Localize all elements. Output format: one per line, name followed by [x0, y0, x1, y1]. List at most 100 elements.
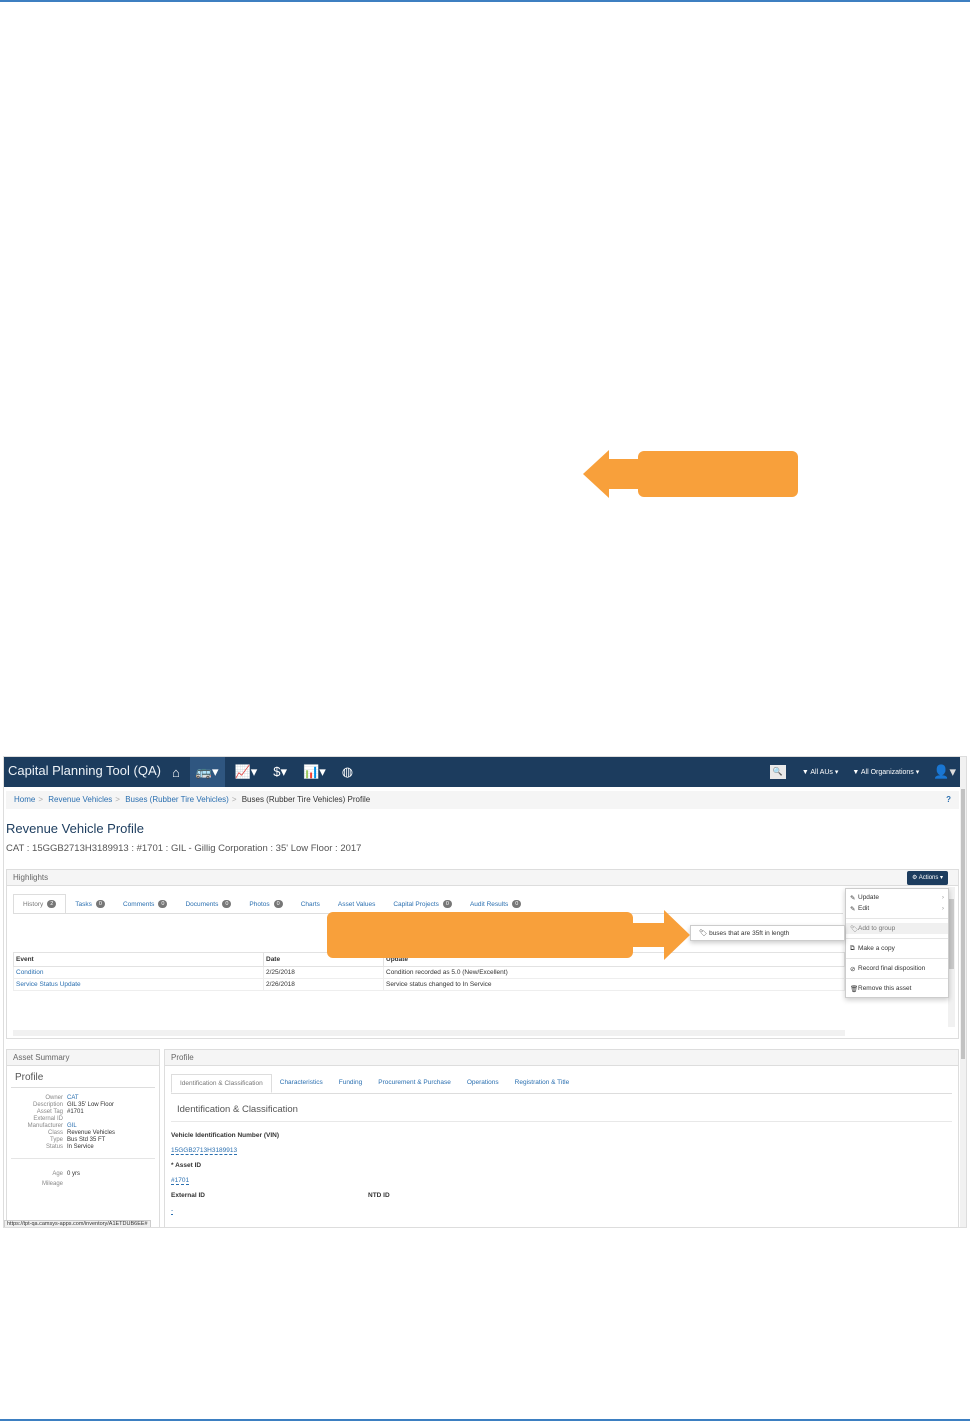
tab-charts[interactable]: Charts: [292, 894, 329, 914]
vin-value[interactable]: 15GGB2713H3189913: [171, 1147, 238, 1155]
scrollbar-thumb[interactable]: [949, 899, 954, 969]
highlights-heading: Highlights: [7, 870, 958, 886]
cell-event[interactable]: Service Status Update: [13, 978, 264, 991]
tab-tasks[interactable]: Tasks 0: [66, 894, 114, 914]
ntd-id-field: NTD ID: [368, 1192, 390, 1199]
ntd-id-label: NTD ID: [368, 1192, 390, 1199]
scrollbar-thumb[interactable]: [961, 789, 965, 1059]
summary-field-mileage: Mileage: [7, 1181, 159, 1187]
field-key: Age: [52, 1171, 63, 1177]
tab-label: Documents: [185, 900, 219, 908]
tab-registration[interactable]: Registration & Title: [507, 1074, 578, 1093]
bus-icon[interactable]: 🚌▾: [189, 757, 225, 787]
page-top-rule: [0, 0, 970, 2]
breadcrumb-home[interactable]: Home: [14, 795, 35, 804]
tab-funding[interactable]: Funding: [331, 1074, 371, 1093]
globe-icon[interactable]: ◍: [336, 757, 359, 787]
field-value: Bus Std 35 FT: [67, 1137, 106, 1143]
menu-item-label: Make a copy: [858, 945, 895, 952]
table-row[interactable]: Service Status Update 2/26/2018 Service …: [13, 978, 845, 991]
actions-button[interactable]: ⚙ Actions ▾: [907, 871, 949, 885]
tab-history[interactable]: History 2: [13, 894, 67, 914]
menu-item-make-copy[interactable]: ⧉ Make a copy: [846, 943, 948, 954]
arrow-shaft: [607, 459, 639, 489]
summary-field: Manufacturer GIL: [7, 1123, 159, 1129]
home-icon[interactable]: ⌂: [166, 757, 186, 787]
breadcrumb-separator: >: [115, 795, 120, 804]
filter-agencies-dropdown[interactable]: ▼ All AUs ▾: [802, 768, 839, 776]
tab-photos[interactable]: Photos 0: [240, 894, 291, 914]
cell-date: 2/25/2018: [263, 966, 384, 979]
field-value: 0 yrs: [67, 1171, 81, 1177]
tab-comments[interactable]: Comments 0: [114, 894, 177, 914]
menu-item-label: Remove this asset: [858, 985, 912, 992]
asset-summary-heading: Asset Summary: [7, 1050, 159, 1066]
tag-icon: 🏷: [699, 930, 708, 937]
menu-divider: [846, 958, 948, 959]
menu-item-update[interactable]: ✎ Update ›: [846, 892, 948, 903]
external-id-value[interactable]: -: [171, 1207, 174, 1215]
chevron-right-icon: ›: [941, 894, 944, 901]
summary-field-age: Age 0 yrs: [7, 1171, 159, 1177]
panel-scrollbar[interactable]: [948, 887, 955, 1027]
field-value: Revenue Vehicles: [67, 1130, 116, 1136]
bar-chart-icon[interactable]: 📊▾: [297, 757, 332, 787]
user-icon[interactable]: 👤▾: [933, 764, 956, 780]
filter-organizations-dropdown[interactable]: ▼ All Organizations ▾: [852, 768, 919, 776]
summary-field: Type Bus Std 35 FT: [7, 1137, 159, 1143]
cell-update: Service status changed to In Service: [383, 978, 845, 991]
horizontal-scrollbar[interactable]: [13, 1030, 845, 1036]
external-id-label: External ID: [171, 1192, 205, 1199]
profile-heading: Profile: [165, 1050, 958, 1066]
ban-icon: ⊘: [850, 966, 856, 973]
breadcrumb-buses[interactable]: Buses (Rubber Tire Vehicles): [125, 795, 229, 804]
copy-icon: ⧉: [850, 945, 855, 952]
field-key: Class: [47, 1130, 63, 1136]
summary-field: External ID: [7, 1116, 159, 1122]
tab-badge: 0: [95, 900, 105, 908]
tab-operations[interactable]: Operations: [459, 1074, 507, 1093]
actions-menu: ✎ Update › ✎ Edit › 🏷 Add to group ⧉ Make a co…: [845, 888, 949, 998]
field-value[interactable]: CAT: [67, 1095, 79, 1101]
cell-event[interactable]: Condition: [13, 966, 264, 979]
menu-item-label: Add to group: [858, 925, 896, 932]
search-icon[interactable]: 🔍: [769, 765, 786, 779]
menu-item-remove[interactable]: 🗑 Remove this asset: [846, 983, 948, 994]
menu-item-add-to-group[interactable]: 🏷 Add to group: [846, 923, 948, 934]
dollar-icon[interactable]: $▾: [267, 757, 293, 787]
tab-label: History: [23, 900, 44, 908]
tab-badge: 0: [512, 900, 522, 908]
asset-summary-panel: Asset Summary Profile Owner CAT Descripti…: [6, 1049, 160, 1227]
summary-divider: [11, 1158, 155, 1159]
menu-item-edit[interactable]: ✎ Edit ›: [846, 903, 948, 914]
page-scrollbar[interactable]: [960, 757, 966, 1227]
breadcrumb-current: Buses (Rubber Tire Vehicles) Profile: [241, 795, 371, 804]
asset-id-value[interactable]: #1701: [171, 1177, 190, 1185]
chevron-right-icon: ›: [941, 905, 944, 912]
field-value[interactable]: GIL: [67, 1123, 77, 1129]
breadcrumb-separator: >: [38, 795, 44, 804]
tab-badge: 0: [273, 900, 283, 908]
asset-summary-title: Profile: [11, 1066, 155, 1088]
trash-icon: 🗑: [850, 986, 859, 993]
tab-procurement[interactable]: Procurement & Purchase: [370, 1074, 459, 1093]
menu-item-record-disposition[interactable]: ⊘ Record final disposition: [846, 963, 948, 974]
column-header-event[interactable]: Event: [13, 952, 264, 967]
menu-item-label: Edit: [858, 905, 870, 912]
page-subtitle: CAT : 15GGB2713H3189913 : #1701 : GIL - …: [6, 843, 362, 854]
summary-field: Status In Service: [7, 1144, 159, 1150]
field-value: In Service: [67, 1144, 94, 1150]
callout-box: [327, 912, 633, 958]
tab-identification[interactable]: Identification & Classification: [171, 1074, 272, 1093]
breadcrumb-revenue-vehicles[interactable]: Revenue Vehicles: [48, 795, 112, 804]
tab-documents[interactable]: Documents 0: [176, 894, 240, 914]
submenu-item-group[interactable]: buses that are 35ft in length: [709, 930, 789, 937]
tab-characteristics[interactable]: Characteristics: [272, 1074, 331, 1093]
callout-box: [638, 451, 798, 497]
line-chart-icon[interactable]: 📈▾: [229, 757, 264, 787]
table-row[interactable]: Condition 2/25/2018 Condition recorded a…: [13, 966, 845, 979]
help-icon[interactable]: ?: [946, 795, 951, 804]
app-brand[interactable]: Capital Planning Tool (QA): [8, 763, 161, 778]
field-key: Manufacturer: [27, 1123, 63, 1129]
external-id-field: External ID -: [171, 1192, 205, 1217]
